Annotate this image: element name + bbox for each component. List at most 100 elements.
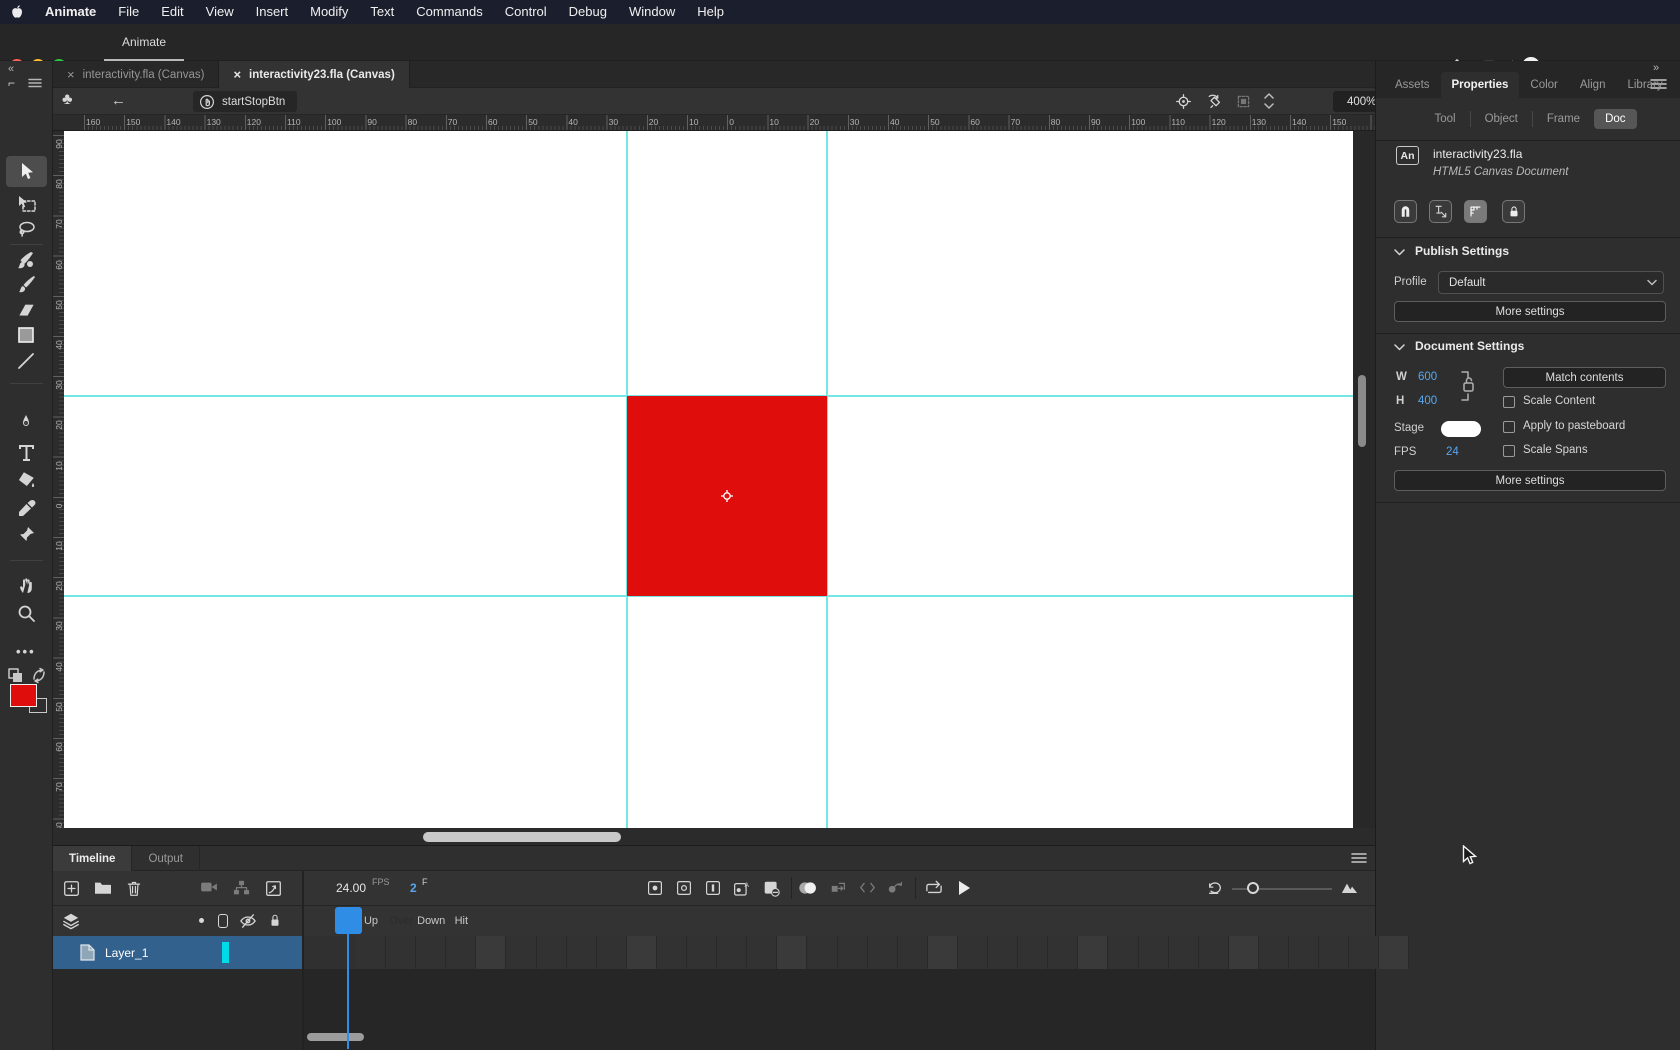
frame-cell[interactable] <box>1319 936 1349 969</box>
frame-cell[interactable] <box>627 936 657 969</box>
outline-view-icon[interactable] <box>218 914 228 928</box>
link-dimensions-unlock-icon[interactable] <box>1456 369 1480 403</box>
menu-window[interactable]: Window <box>618 0 686 24</box>
rectangle-tool[interactable] <box>16 325 37 346</box>
frame-cell[interactable] <box>1048 936 1078 969</box>
more-tools-icon[interactable]: ••• <box>16 644 37 665</box>
frame-cell[interactable] <box>597 936 627 969</box>
create-motion-tween-icon[interactable] <box>830 880 847 896</box>
pen-tool[interactable] <box>16 414 37 435</box>
eyedropper-tool[interactable] <box>16 498 37 519</box>
frame-cell[interactable] <box>1289 936 1319 969</box>
menu-insert[interactable]: Insert <box>245 0 300 24</box>
menu-commands[interactable]: Commands <box>405 0 493 24</box>
document-more-settings-button[interactable]: More settings <box>1394 470 1666 491</box>
frame-cell[interactable] <box>1259 936 1289 969</box>
frame-ruler-header[interactable]: UpOverDownHit <box>302 906 1375 936</box>
tab-align[interactable]: Align <box>1569 72 1617 99</box>
scale-content-checkbox[interactable] <box>1503 396 1515 408</box>
profile-dropdown[interactable]: Default <box>1438 271 1664 294</box>
new-folder-icon[interactable] <box>94 880 112 896</box>
frame-cell[interactable] <box>1349 936 1379 969</box>
frame-cell[interactable] <box>1379 936 1409 969</box>
document-tab-interactivity23[interactable]: × interactivity23.fla (Canvas) <box>219 61 409 88</box>
frame-cell[interactable] <box>868 936 898 969</box>
guides-toggle[interactable] <box>1464 200 1487 223</box>
frame-cell[interactable] <box>988 936 1018 969</box>
frame-cell[interactable] <box>777 936 807 969</box>
collapse-chevron-icon[interactable] <box>1394 344 1405 351</box>
layer-parenting-icon[interactable] <box>233 880 250 896</box>
frame-cell[interactable] <box>567 936 597 969</box>
vertical-ruler[interactable]: 90807060504030201001020304050607080 <box>53 131 64 828</box>
frame-cell[interactable] <box>747 936 777 969</box>
frame-view-graph-icon[interactable] <box>265 880 282 897</box>
frame-cell[interactable] <box>386 936 416 969</box>
document-settings-header[interactable]: Document Settings <box>1415 339 1524 353</box>
match-contents-button[interactable]: Match contents <box>1503 367 1666 388</box>
zoom-stepper-icons[interactable] <box>1263 91 1275 111</box>
timeline-pane-divider[interactable] <box>302 871 304 1050</box>
fps-rate-value[interactable]: 24.00 <box>336 881 366 895</box>
frame-cell[interactable] <box>958 936 988 969</box>
text-tool[interactable] <box>16 442 37 463</box>
remove-frame-icon[interactable] <box>763 880 780 897</box>
play-button-icon[interactable] <box>957 880 972 896</box>
frame-cell[interactable] <box>1018 936 1048 969</box>
frame-cell[interactable] <box>1139 936 1169 969</box>
frame-cell[interactable] <box>898 936 928 969</box>
publish-settings-header[interactable]: Publish Settings <box>1415 244 1509 258</box>
frame-cell[interactable] <box>1199 936 1229 969</box>
back-arrow-icon[interactable]: ← <box>111 92 126 109</box>
insert-frame-icon[interactable] <box>63 880 80 897</box>
timeline-zoom-slider-knob[interactable] <box>1247 882 1259 894</box>
tab-tool[interactable]: Tool <box>1420 113 1469 125</box>
zoom-tool[interactable] <box>16 603 37 624</box>
tab-output[interactable]: Output <box>132 846 200 871</box>
menu-edit[interactable]: Edit <box>150 0 194 24</box>
eraser-tool[interactable] <box>16 300 37 321</box>
hand-tool[interactable] <box>16 575 37 596</box>
classic-brush-tool[interactable] <box>16 274 37 295</box>
loop-playback-icon[interactable] <box>924 880 944 896</box>
frame-cell[interactable] <box>446 936 476 969</box>
tab-library[interactable]: Library <box>1616 72 1673 99</box>
timeline-horizontal-scrollbar[interactable] <box>307 1033 364 1041</box>
tab-object[interactable]: Object <box>1471 113 1532 125</box>
tab-properties[interactable]: Properties <box>1441 72 1520 99</box>
insert-frame-single-icon[interactable] <box>705 880 721 896</box>
publish-more-settings-button[interactable]: More settings <box>1394 301 1666 322</box>
frame-cell[interactable] <box>1229 936 1259 969</box>
frame-cell[interactable] <box>657 936 687 969</box>
hide-layers-eye-icon[interactable] <box>239 913 257 929</box>
subselection-tool[interactable] <box>16 194 37 215</box>
symbol-breadcrumb[interactable]: startStopBtn <box>193 91 297 112</box>
frame-cell[interactable] <box>507 936 537 969</box>
horizontal-ruler[interactable]: 1601501401301201101009080706050403020100… <box>64 115 1375 131</box>
selection-tool[interactable] <box>16 161 37 182</box>
frame-cell[interactable] <box>416 936 446 969</box>
asset-warp-pin-tool[interactable] <box>16 525 37 546</box>
width-value[interactable]: 600 <box>1418 371 1437 383</box>
tab-doc[interactable]: Doc <box>1594 109 1636 129</box>
tab-frame[interactable]: Frame <box>1533 113 1594 125</box>
layers-stack-icon[interactable] <box>62 912 80 930</box>
frame-cell[interactable] <box>717 936 747 969</box>
menu-modify[interactable]: Modify <box>299 0 359 24</box>
frame-cell[interactable] <box>1109 936 1139 969</box>
line-tool[interactable] <box>16 351 37 372</box>
horizontal-scrollbar[interactable] <box>423 832 621 842</box>
insert-blank-keyframe-icon[interactable] <box>676 880 692 896</box>
tab-timeline[interactable]: Timeline <box>53 846 132 871</box>
menu-debug[interactable]: Debug <box>558 0 618 24</box>
create-shape-tween-icon[interactable] <box>859 880 876 896</box>
frame-cell[interactable] <box>1078 936 1108 969</box>
frame-cell[interactable] <box>537 936 567 969</box>
collapse-chevron-icon[interactable] <box>1394 249 1405 256</box>
frame-cell[interactable] <box>928 936 958 969</box>
apple-menu-icon[interactable] <box>0 4 34 20</box>
height-value[interactable]: 400 <box>1418 395 1437 407</box>
layer-color-indicator[interactable] <box>222 942 229 963</box>
frame-cell[interactable] <box>808 936 838 969</box>
lock-layers-icon[interactable] <box>268 913 282 928</box>
